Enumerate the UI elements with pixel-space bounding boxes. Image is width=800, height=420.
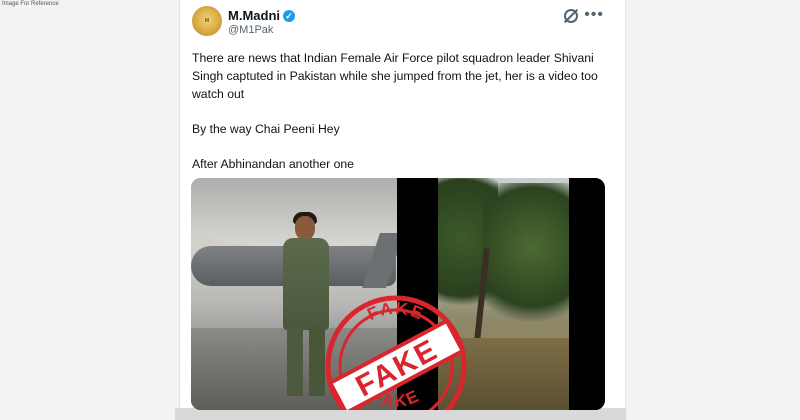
more-icon[interactable]: ••• bbox=[584, 6, 604, 24]
verified-badge-icon: ✓ bbox=[283, 9, 295, 22]
tweet-card[interactable]: M M.Madni ✓ @M1Pak ••• There are news th… bbox=[179, 0, 626, 410]
fake-stamp: FAKE FAKE FAKE bbox=[325, 295, 467, 410]
avatar-text: M bbox=[204, 18, 210, 24]
avatar[interactable]: M bbox=[192, 6, 222, 36]
tweet-media[interactable]: FAKE FAKE FAKE bbox=[191, 178, 605, 410]
pilot-leg bbox=[287, 326, 303, 396]
tweet-paragraph: There are news that Indian Female Air Fo… bbox=[192, 51, 598, 101]
tweet-paragraph: After Abhinandan another one bbox=[192, 157, 354, 171]
display-name[interactable]: M.Madni bbox=[228, 8, 280, 23]
left-background bbox=[0, 0, 180, 420]
reference-label: Image For Reference bbox=[2, 1, 59, 7]
user-handle[interactable]: @M1Pak bbox=[228, 24, 273, 36]
pilot-head bbox=[295, 216, 315, 240]
right-background bbox=[625, 0, 800, 420]
tweet-text: There are news that Indian Female Air Fo… bbox=[192, 49, 612, 190]
tweet-paragraph: By the way Chai Peeni Hey bbox=[192, 122, 340, 136]
tree-foliage bbox=[483, 183, 569, 343]
grok-icon[interactable] bbox=[564, 9, 578, 23]
name-row: M.Madni ✓ bbox=[228, 8, 295, 23]
screenshot-stage: Image For Reference M M.Madni ✓ @M1Pak •… bbox=[0, 0, 800, 420]
tweet-header: M M.Madni ✓ @M1Pak ••• bbox=[192, 6, 612, 38]
